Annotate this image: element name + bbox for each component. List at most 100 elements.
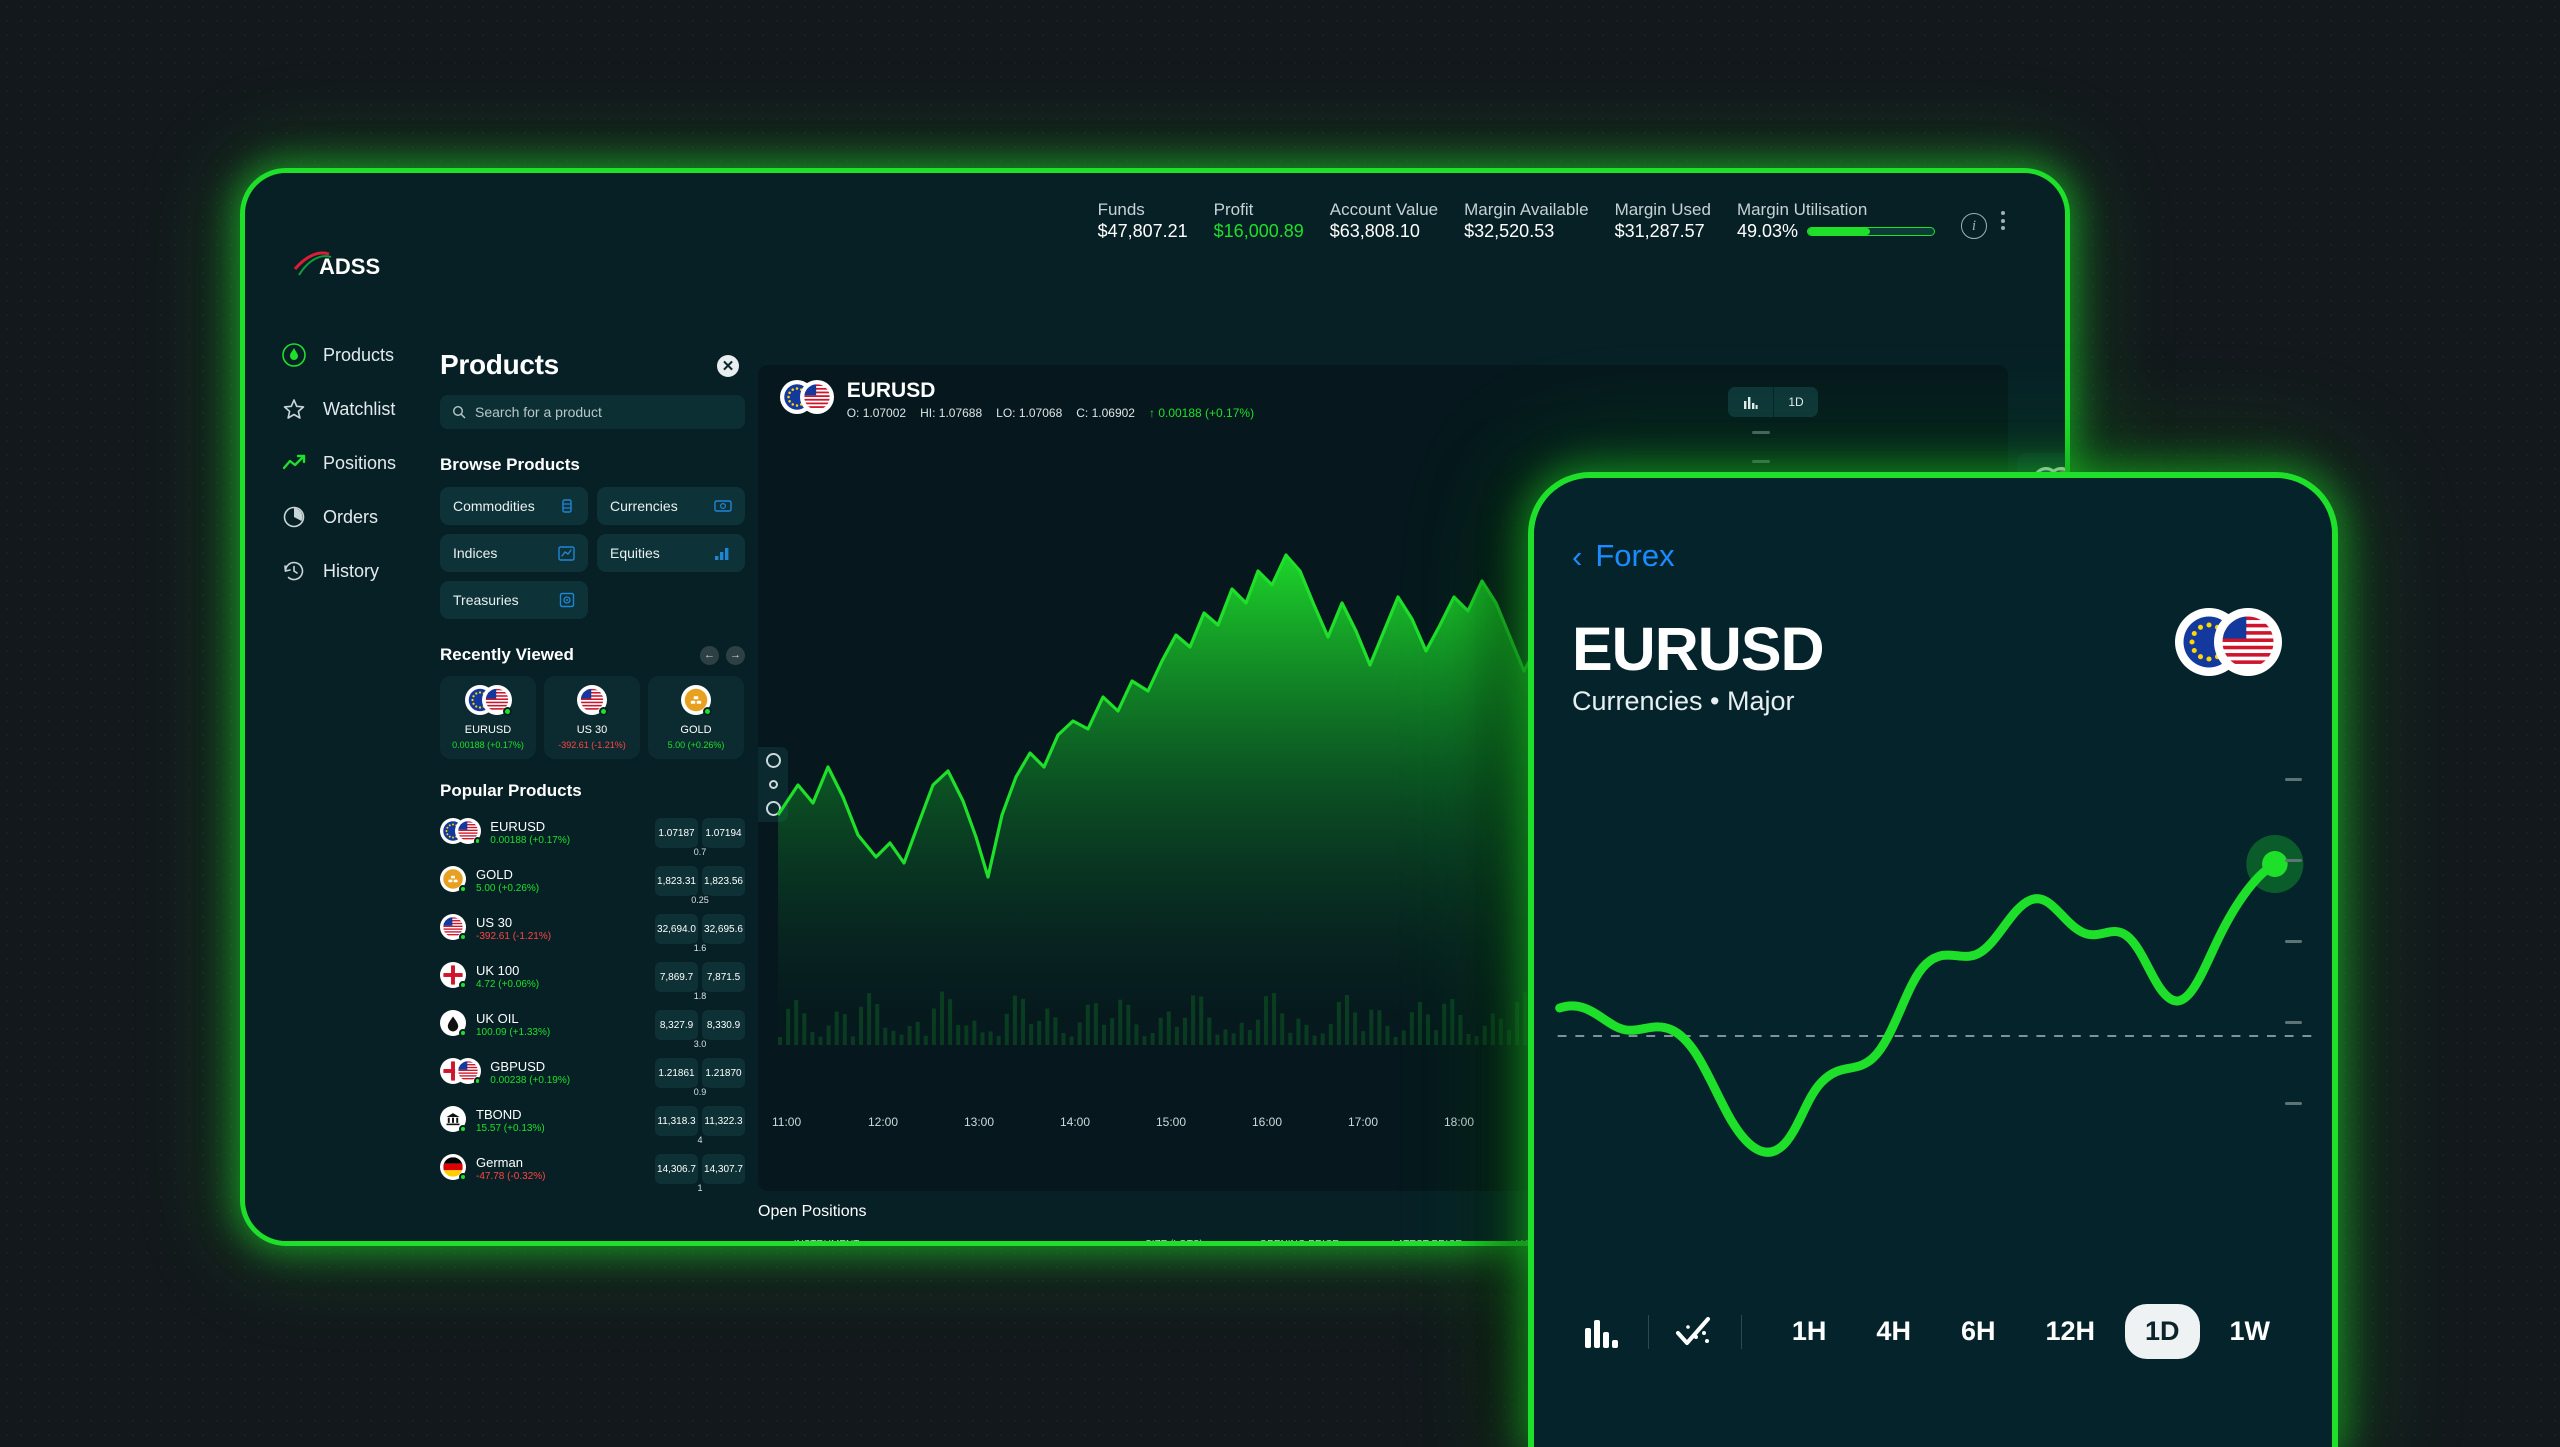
recently-viewed-card[interactable]: US 30 -392.61 (-1.21%) (544, 676, 640, 759)
product-row[interactable]: GBPUSD 0.00238 (+0.19%) 1.21861 1.21870 … (440, 1049, 745, 1097)
sidebar-item-watchlist[interactable]: Watchlist (281, 382, 441, 436)
card-change: -392.61 (-1.21%) (558, 740, 626, 750)
zoom-out-button[interactable] (1752, 460, 1770, 463)
line-chart-icon (558, 545, 575, 561)
x-axis-tick: 12:00 (868, 1115, 899, 1129)
flame-icon (281, 342, 307, 368)
category-chip-equities[interactable]: Equities (597, 534, 745, 572)
category-chip-currencies[interactable]: Currencies (597, 487, 745, 525)
column-header: SIZE (LOTS) (1106, 1234, 1212, 1241)
x-axis-tick: 17:00 (1348, 1115, 1379, 1129)
timeframe-6h[interactable]: 6H (1941, 1304, 2016, 1359)
recently-viewed-card[interactable]: GOLD 5.00 (+0.26%) (648, 676, 744, 759)
product-ask[interactable]: 32,695.6 (702, 914, 745, 944)
sidebar-item-products[interactable]: Products (281, 328, 441, 382)
product-bid[interactable]: 8,327.9 (655, 1010, 698, 1040)
category-chip-treasuries[interactable]: Treasuries (440, 581, 588, 619)
product-row[interactable]: UK OIL 100.09 (+1.33%) 8,327.9 8,330.9 3… (440, 1001, 745, 1049)
product-symbol: US 30 (476, 914, 513, 930)
x-axis-tick: 15:00 (1156, 1115, 1187, 1129)
recently-viewed-header: Recently Viewed ← → (440, 645, 745, 665)
category-chip-commodities[interactable]: Commodities (440, 487, 588, 525)
sidebar-nav: Products Watchlist Positions Orders Hist… (281, 328, 441, 598)
recently-viewed-card[interactable]: EURUSD 0.00188 (+0.17%) (440, 676, 536, 759)
product-change: -392.61 (-1.21%) (476, 930, 552, 942)
card-symbol: GOLD (680, 724, 712, 736)
chart-type-button[interactable] (1728, 387, 1773, 417)
column-header: INSTRUMENT (785, 1234, 1106, 1241)
card-flag (681, 685, 712, 720)
product-bid[interactable]: 1.21861 (655, 1058, 698, 1088)
product-bid[interactable]: 11,318.3 (655, 1106, 698, 1136)
timeframe-4h[interactable]: 4H (1856, 1304, 1931, 1359)
stat-label: Margin Used (1614, 200, 1711, 219)
bar-chart-icon[interactable] (1576, 1316, 1628, 1348)
bar-chart-icon (714, 546, 732, 560)
product-row[interactable]: US 30 -392.61 (-1.21%) 32,694.0 32,695.6… (440, 905, 745, 953)
product-ask[interactable]: 1,823.56 (702, 866, 745, 896)
chart-ohlc: O: 1.07002 HI: 1.07688 LO: 1.07068 C: 1.… (846, 406, 1255, 421)
product-bid[interactable]: 14,306.7 (655, 1154, 698, 1184)
timeframe-12h[interactable]: 12H (2025, 1304, 2115, 1359)
timeframe-1w[interactable]: 1W (2210, 1304, 2291, 1359)
product-row[interactable]: EURUSD 0.00188 (+0.17%) 1.07187 1.07194 … (440, 809, 745, 857)
stat-item: Margin Used $31,287.57 (1615, 199, 1737, 244)
sidebar-item-positions[interactable]: Positions (281, 436, 441, 490)
product-flag (440, 961, 467, 993)
product-change: 100.09 (+1.33%) (476, 1026, 551, 1038)
close-icon[interactable]: ✕ (717, 355, 739, 377)
stat-item: Account Value $63,808.10 (1330, 199, 1464, 244)
card-flag (464, 685, 513, 720)
product-bid[interactable]: 1,823.31 (655, 866, 698, 896)
product-row[interactable]: TBOND 15.57 (+0.13%) 11,318.3 11,322.3 4 (440, 1097, 745, 1145)
sidebar-item-history[interactable]: History (281, 544, 441, 598)
arrow-left-icon[interactable]: ← (700, 645, 719, 665)
top-stats-bar: Funds $47,807.21 Profit $16,000.89 Accou… (245, 173, 2065, 263)
stat-item: Funds $47,807.21 (1098, 199, 1214, 244)
product-ask[interactable]: 7,871.5 (702, 962, 745, 992)
card-change: 0.00188 (+0.17%) (452, 740, 524, 750)
search-input[interactable]: Search for a product (440, 395, 745, 429)
magic-wand-icon[interactable] (1669, 1315, 1721, 1349)
card-symbol: US 30 (576, 724, 608, 736)
back-button[interactable]: ‹ Forex (1572, 538, 1675, 574)
kebab-menu-icon[interactable] (2001, 211, 2005, 230)
chip-label: Treasuries (453, 592, 519, 608)
info-icon[interactable]: i (1961, 213, 1987, 239)
product-bid[interactable]: 7,869.7 (655, 962, 698, 992)
product-ask[interactable]: 11,322.3 (702, 1106, 745, 1136)
product-row[interactable]: UK 100 4.72 (+0.06%) 7,869.7 7,871.5 1.8 (440, 953, 745, 1001)
timeframe-1d[interactable]: 1D (2124, 1304, 2200, 1359)
timeframe-1h[interactable]: 1H (1772, 1304, 1847, 1359)
product-symbol: GBPUSD (490, 1058, 546, 1074)
category-chip-indices[interactable]: Indices (440, 534, 588, 572)
x-axis-tick: 18:00 (1444, 1115, 1475, 1129)
product-ask[interactable]: 1.07194 (702, 818, 745, 848)
product-change: -47.78 (-0.32%) (476, 1170, 546, 1182)
product-symbol: EURUSD (490, 818, 546, 834)
product-row[interactable]: GOLD 5.00 (+0.26%) 1,823.31 1,823.56 0.2… (440, 857, 745, 905)
product-bid[interactable]: 1.07187 (655, 818, 698, 848)
expand-all-icon[interactable]: + (758, 1234, 785, 1241)
stat-value: $16,000.89 (1213, 221, 1304, 242)
timeframe-selector: 1H 4H 6H 12H 1D 1W (1762, 1304, 2290, 1359)
mobile-toolbar: 1H 4H 6H 12H 1D 1W (1534, 1304, 2332, 1359)
product-row[interactable]: German -47.78 (-0.32%) 14,306.7 14,307.7… (440, 1145, 745, 1193)
arrow-right-icon[interactable]: → (726, 645, 745, 665)
banknote-icon (714, 499, 732, 513)
product-ask[interactable]: 8,330.9 (702, 1010, 745, 1040)
chart-symbol: EURUSD (846, 379, 936, 402)
sidebar-item-label: Orders (323, 506, 379, 527)
product-ask[interactable]: 1.21870 (702, 1058, 745, 1088)
product-flag (440, 817, 482, 849)
product-bid[interactable]: 32,694.0 (655, 914, 698, 944)
product-ask[interactable]: 14,307.7 (702, 1154, 745, 1184)
chart-timeframe-button[interactable]: 1D (1773, 387, 1818, 417)
recently-viewed-heading: Recently Viewed (440, 645, 574, 664)
sidebar-item-orders[interactable]: Orders (281, 490, 441, 544)
popular-products-heading: Popular Products (440, 781, 582, 800)
zoom-in-button[interactable] (1752, 431, 1770, 434)
stat-item: Margin Available $32,520.53 (1464, 199, 1614, 244)
stat-value: 49.03% (1736, 221, 1798, 242)
product-spread: 0.7 (690, 847, 710, 857)
